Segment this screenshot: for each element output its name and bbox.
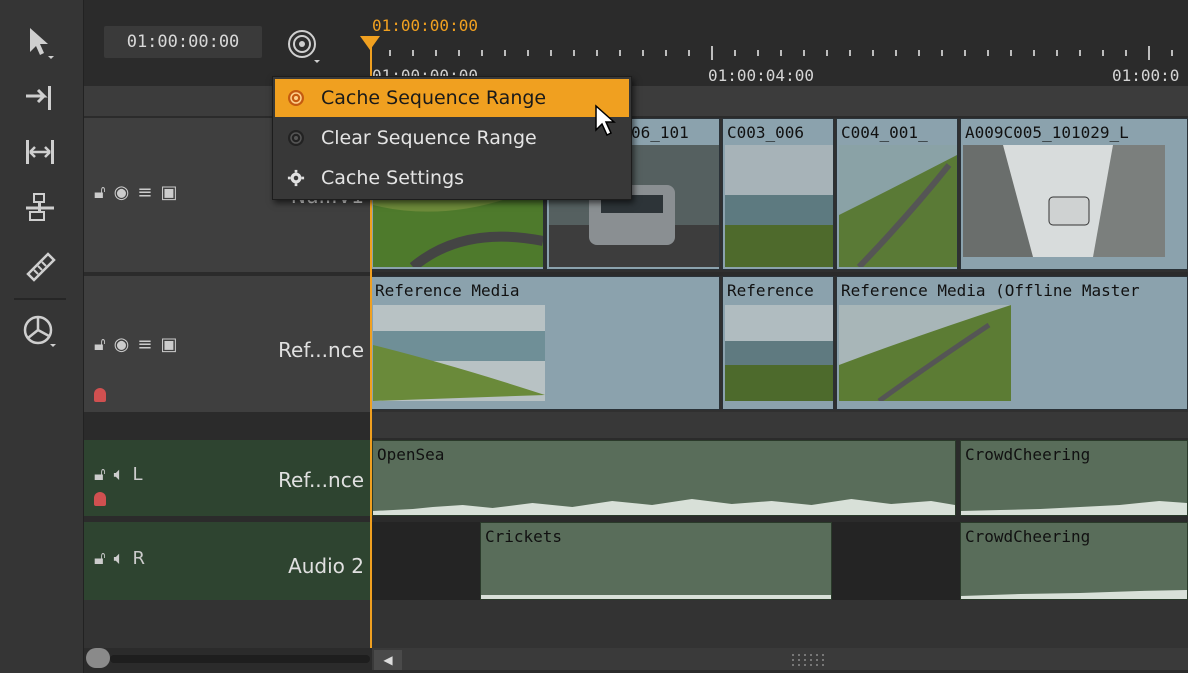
speaker-icon[interactable]: 🔈︎ bbox=[114, 548, 125, 569]
timeline-ruler[interactable]: 01:00:00:00 01:00:00:00 01:00:04:00 01:0… bbox=[360, 8, 1188, 86]
track-lane-audio2: Crickets CrowdCheering bbox=[370, 522, 1188, 600]
cache-button[interactable] bbox=[282, 24, 326, 68]
empty-track-area bbox=[84, 600, 1188, 648]
zoom-slider-handle[interactable] bbox=[86, 648, 110, 668]
menu-item-label: Cache Settings bbox=[321, 167, 465, 189]
playhead-timecode: 01:00:00:00 bbox=[372, 16, 478, 35]
menu-item-clear-sequence-range[interactable]: Clear Sequence Range bbox=[275, 119, 629, 157]
tag-icon bbox=[94, 388, 106, 402]
waveform bbox=[373, 499, 955, 515]
ruler-label: 01:00:0 bbox=[1112, 66, 1180, 85]
video-clip[interactable]: C004_001_ bbox=[836, 118, 958, 270]
cache-track-icon[interactable]: ▣ bbox=[160, 182, 177, 203]
menu-item-cache-sequence-range[interactable]: Cache Sequence Range bbox=[275, 79, 629, 117]
video-clip[interactable]: A009C005_101029_L bbox=[960, 118, 1188, 270]
track-lane-reference: Reference Media Reference Reference Medi… bbox=[370, 276, 1188, 412]
clip-thumbnail bbox=[725, 145, 833, 267]
track-name[interactable]: Ref...nce bbox=[278, 468, 364, 492]
cache-active-icon bbox=[285, 87, 307, 109]
cache-context-menu: Cache Sequence Range Clear Sequence Rang… bbox=[272, 76, 632, 200]
clip-label: Reference Media bbox=[375, 281, 520, 300]
tool-bar bbox=[0, 0, 84, 673]
audio-clip[interactable]: CrowdCheering bbox=[960, 522, 1188, 600]
clip-label: Reference bbox=[727, 281, 814, 300]
waveform bbox=[961, 590, 1187, 599]
video-clip[interactable]: Reference Media bbox=[370, 276, 720, 410]
timecode-display[interactable]: 01:00:00:00 bbox=[104, 26, 262, 58]
razor-icon[interactable] bbox=[16, 244, 64, 288]
mouse-cursor-icon bbox=[595, 104, 616, 137]
layers-icon[interactable]: ≡ bbox=[137, 182, 152, 203]
clip-label: C003_006 bbox=[727, 123, 805, 142]
lock-icon[interactable]: 🔓︎ bbox=[94, 334, 106, 355]
tag-icon bbox=[94, 492, 106, 506]
channel-selector[interactable]: R bbox=[132, 548, 145, 569]
ruler-ticks bbox=[389, 46, 1173, 60]
eye-icon[interactable]: ◉ bbox=[114, 334, 130, 355]
track-header-audio2[interactable]: 🔓︎ 🔈︎ R Audio 2 bbox=[84, 522, 370, 600]
gear-icon bbox=[285, 167, 307, 189]
clip-label: A009C005_101029_L bbox=[965, 123, 1129, 142]
clip-thumbnail bbox=[373, 305, 545, 401]
channel-selector[interactable]: L bbox=[132, 464, 142, 485]
clip-label: C004_001_ bbox=[841, 123, 928, 142]
track-name[interactable]: Audio 2 bbox=[288, 554, 364, 578]
clip-thumbnail bbox=[963, 145, 1165, 257]
waveform bbox=[481, 595, 831, 599]
clip-label: OpenSea bbox=[377, 445, 445, 464]
lock-icon[interactable]: 🔓︎ bbox=[94, 182, 106, 203]
clip-thumbnail bbox=[725, 305, 833, 401]
video-clip[interactable]: Reference bbox=[722, 276, 834, 410]
track-header-bar bbox=[84, 86, 1188, 116]
track-header-reference[interactable]: 🔓︎ ◉ ≡ ▣ Ref...nce bbox=[84, 276, 370, 412]
select-icon[interactable] bbox=[16, 20, 64, 64]
horizontal-scrollbar[interactable] bbox=[372, 648, 1188, 670]
clip-label: Crickets bbox=[485, 527, 563, 546]
menu-item-cache-settings[interactable]: Cache Settings bbox=[275, 159, 629, 197]
audio-clip[interactable]: Crickets bbox=[480, 522, 832, 600]
track-lane-audio-ref: OpenSea CrowdCheering bbox=[370, 440, 1188, 516]
eye-icon[interactable]: ◉ bbox=[114, 182, 130, 203]
clip-thumbnail bbox=[839, 145, 957, 267]
multi-view-icon[interactable] bbox=[16, 308, 64, 352]
lock-icon[interactable]: 🔓︎ bbox=[94, 464, 106, 485]
clip-label: CrowdCheering bbox=[965, 445, 1091, 464]
scroll-left-button[interactable]: ◀ bbox=[374, 650, 402, 670]
trim-icon[interactable] bbox=[16, 130, 64, 174]
clip-label: 06_101 bbox=[631, 123, 689, 142]
track-name[interactable]: Ref...nce bbox=[278, 338, 364, 362]
toolbar-divider bbox=[14, 298, 66, 300]
slip-icon[interactable] bbox=[16, 186, 64, 230]
waveform bbox=[961, 501, 1187, 515]
track-header-audio-ref[interactable]: 🔓︎ 🔈︎ L Ref...nce bbox=[84, 440, 370, 516]
lock-icon[interactable]: 🔓︎ bbox=[94, 548, 106, 569]
zoom-slider[interactable] bbox=[110, 655, 370, 663]
audio-clip[interactable]: OpenSea bbox=[372, 440, 956, 516]
move-track-icon[interactable] bbox=[16, 76, 64, 120]
video-clip[interactable]: C003_006 bbox=[722, 118, 834, 270]
cache-clear-icon bbox=[285, 127, 307, 149]
ruler-label: 01:00:04:00 bbox=[708, 66, 814, 85]
clip-thumbnail bbox=[839, 305, 1011, 401]
audio-clip[interactable]: CrowdCheering bbox=[960, 440, 1188, 516]
scroll-grip-icon[interactable] bbox=[790, 652, 830, 668]
video-clip[interactable]: Reference Media (Offline Master bbox=[836, 276, 1188, 410]
menu-item-label: Cache Sequence Range bbox=[321, 87, 547, 109]
cache-track-icon[interactable]: ▣ bbox=[160, 334, 177, 355]
clip-label: Reference Media (Offline Master bbox=[841, 281, 1140, 300]
menu-item-label: Clear Sequence Range bbox=[321, 127, 537, 149]
clip-label: CrowdCheering bbox=[965, 527, 1091, 546]
speaker-icon[interactable]: 🔈︎ bbox=[114, 464, 125, 485]
layers-icon[interactable]: ≡ bbox=[137, 334, 152, 355]
track-divider bbox=[370, 412, 1188, 438]
